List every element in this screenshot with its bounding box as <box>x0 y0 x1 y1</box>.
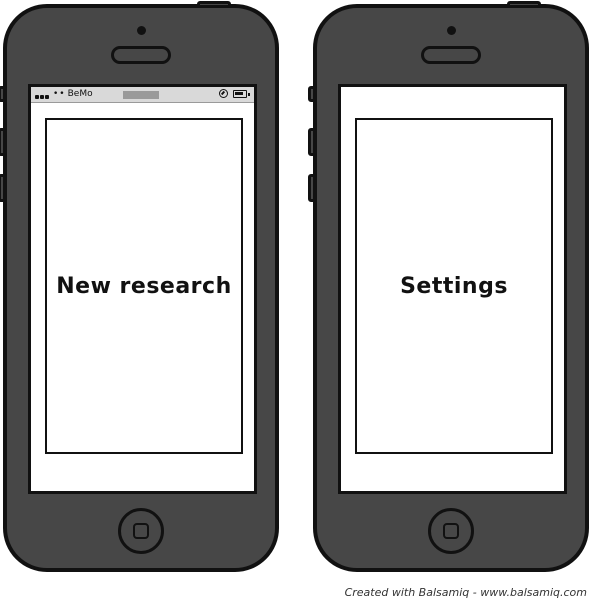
power-button <box>197 1 231 8</box>
silent-switch <box>308 86 316 102</box>
silent-switch <box>0 86 6 102</box>
status-time-placeholder <box>123 91 159 99</box>
camera-icon <box>446 26 456 35</box>
volume-down-button <box>0 174 6 202</box>
volume-up-button <box>308 128 316 156</box>
signal-icon <box>35 92 50 102</box>
phone-screen: •• BeMo New research <box>28 84 257 494</box>
new-research-panel[interactable]: New research <box>45 118 243 454</box>
carrier-label: •• BeMo <box>53 89 93 99</box>
phone-mockup-settings: Settings <box>308 1 589 572</box>
volume-down-button <box>308 174 316 202</box>
settings-label: Settings <box>400 273 508 299</box>
footer-credit: Created with Balsamiq - www.balsamiq.com <box>344 586 587 599</box>
status-bar: •• BeMo <box>31 87 254 103</box>
carrier-name: BeMo <box>67 89 93 99</box>
home-button[interactable] <box>118 508 164 554</box>
power-button <box>507 1 541 8</box>
home-button[interactable] <box>428 508 474 554</box>
speaker-grille <box>421 46 481 64</box>
volume-up-button <box>0 128 6 156</box>
speaker-grille <box>111 46 171 64</box>
camera-icon <box>136 26 146 35</box>
battery-icon <box>233 90 250 98</box>
home-icon <box>443 523 459 539</box>
home-icon <box>133 523 149 539</box>
compass-icon <box>219 89 228 98</box>
new-research-label: New research <box>56 273 232 299</box>
phone-screen: Settings <box>338 84 567 494</box>
settings-panel[interactable]: Settings <box>355 118 553 454</box>
phone-mockup-new-research: •• BeMo New research <box>0 1 279 572</box>
